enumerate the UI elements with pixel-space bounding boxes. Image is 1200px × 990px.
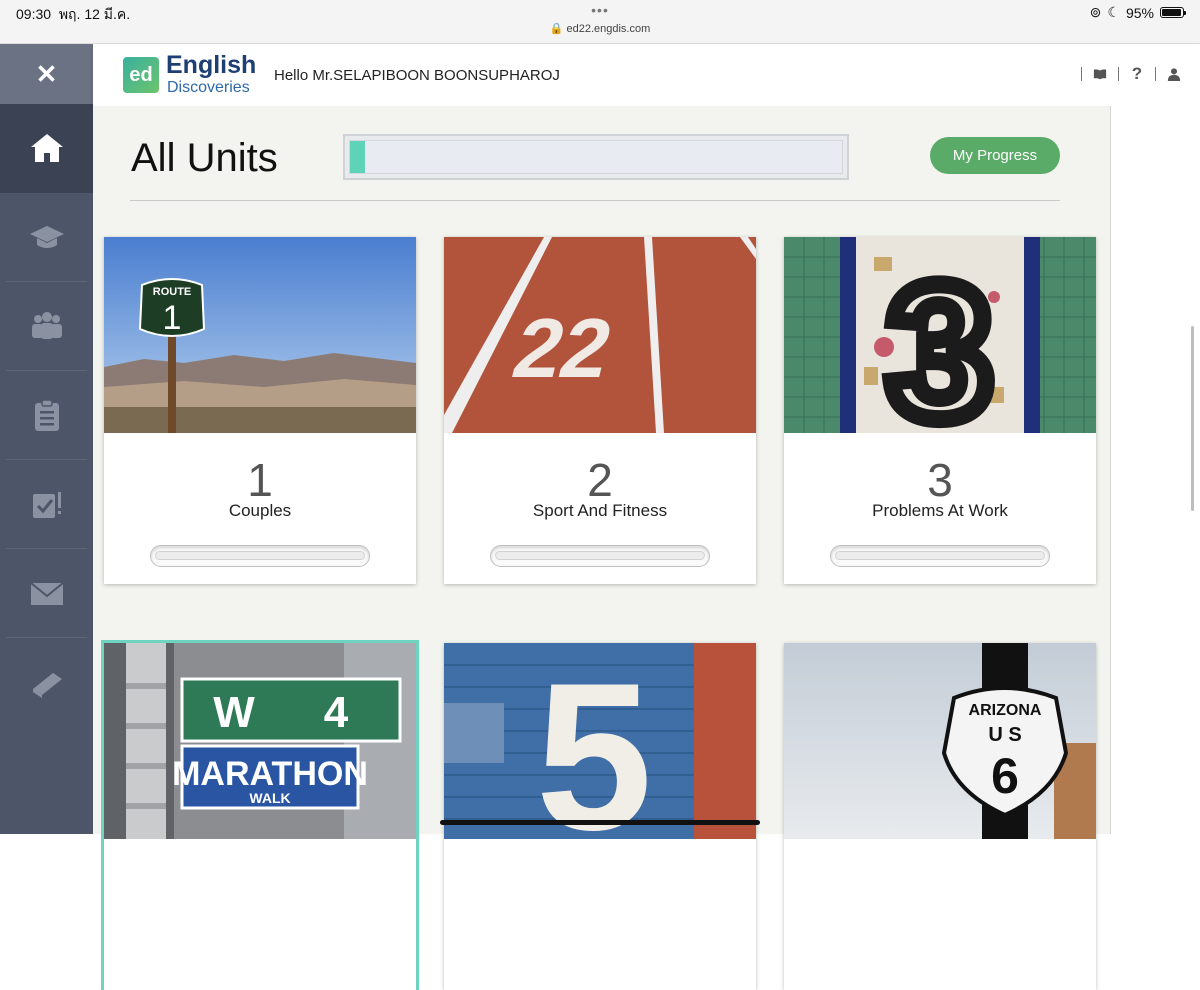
ios-status-bar: 09:30 พฤ. 12 มี.ค. ••• 🔒 ed22.engdis.com…	[0, 0, 1200, 44]
battery-icon	[1160, 7, 1186, 18]
unit-name: Sport And Fitness	[532, 501, 668, 520]
sidebar-item-tests[interactable]	[6, 371, 87, 460]
right-panel	[1111, 106, 1200, 834]
unit-progress-bar	[830, 545, 1050, 567]
divider	[1081, 67, 1082, 81]
route-sign-text: ROUTE	[153, 286, 192, 298]
clipboard-icon	[34, 399, 59, 431]
unit-card-5[interactable]: 5	[444, 643, 756, 990]
main-content: All Units My Progress ROUTE 1 1 Couples	[93, 106, 1111, 990]
envelope-icon	[29, 582, 64, 605]
walk-sign-text: WALK	[249, 790, 290, 806]
unit-card-3[interactable]: 3 3 Problems At Work	[784, 237, 1096, 584]
logo-text-english: English	[166, 51, 257, 79]
user-greeting: Hello Mr.SELAPIBOON BOONSUPHAROJ	[274, 67, 560, 84]
page-title: All Units	[131, 136, 278, 180]
arizona-sign-text: ARIZONA	[969, 702, 1042, 719]
street-sign-w: W	[213, 688, 255, 737]
group-icon	[31, 312, 62, 339]
route-sign-number: 1	[163, 299, 182, 337]
wifi-link-icon: ⊚	[1089, 4, 1102, 20]
home-icon	[30, 134, 63, 162]
moon-icon: ☾	[1107, 4, 1120, 20]
overall-progress-bar	[343, 134, 849, 180]
assignment-check-icon	[32, 492, 61, 518]
unit-image-painted-5: 5	[444, 643, 756, 839]
unit-number: 1	[247, 454, 273, 506]
sidebar: ✕	[0, 44, 93, 834]
graduation-cap-icon	[29, 226, 64, 248]
painted-number-five: 5	[536, 643, 653, 839]
status-indicators: ⊚ ☾ 95%	[1089, 4, 1186, 21]
dictionary-book-icon[interactable]	[1092, 66, 1108, 82]
unit-name: Couples	[228, 501, 292, 520]
divider	[1155, 67, 1156, 81]
my-progress-button[interactable]: My Progress	[930, 137, 1060, 174]
unit-name: Problems At Work	[872, 501, 1008, 520]
unit-number: 2	[587, 454, 613, 506]
unit-card-6[interactable]: ARIZONA U S 6	[784, 643, 1096, 990]
divider	[1118, 67, 1119, 81]
unit-card-2[interactable]: 22 2 Sport And Fitness	[444, 237, 756, 584]
sidebar-item-messages[interactable]	[6, 549, 87, 638]
unit-image-running-track: 22	[444, 237, 756, 433]
unit-progress-bar	[150, 545, 370, 567]
sidebar-item-community[interactable]	[6, 282, 87, 371]
overall-progress-fill	[350, 141, 365, 173]
battery-percent: 95%	[1125, 4, 1154, 21]
book-icon	[32, 672, 62, 698]
mosaic-number: 3	[887, 246, 993, 433]
url-text: ed22.engdis.com	[566, 23, 651, 35]
help-icon[interactable]: ?	[1129, 64, 1145, 83]
sidebar-item-home[interactable]	[0, 104, 93, 193]
logo-badge[interactable]: ed	[123, 57, 159, 93]
marathon-sign-text: MARATHON	[172, 755, 368, 793]
tab-options-icon[interactable]: •••	[0, 2, 1200, 18]
sidebar-item-courses[interactable]	[6, 193, 87, 282]
unit-card-1[interactable]: ROUTE 1 1 Couples	[104, 237, 416, 584]
unit-progress-bar	[490, 545, 710, 567]
street-sign-number: 4	[324, 688, 349, 737]
us-sign-number: 6	[991, 748, 1019, 804]
unit-image-route-1: ROUTE 1	[104, 237, 416, 433]
top-header: ed English Discoveries Hello Mr.SELAPIBO…	[93, 44, 1200, 106]
logo-text-discoveries: Discoveries	[167, 79, 250, 96]
header-tools: ?	[1081, 64, 1182, 83]
unit-image-w4-marathon: W 4 MARATHON WALK	[104, 643, 416, 839]
sidebar-item-dictionary[interactable]	[6, 638, 87, 727]
unit-number: 3	[927, 454, 953, 506]
unit-image-arizona-us-6: ARIZONA U S 6	[784, 643, 1096, 839]
scrollbar[interactable]	[1191, 326, 1194, 511]
home-indicator[interactable]	[440, 820, 760, 825]
user-profile-icon[interactable]	[1166, 66, 1182, 82]
divider	[130, 200, 1060, 201]
unit-image-mosaic-3: 3	[784, 237, 1096, 433]
address-bar[interactable]: 🔒 ed22.engdis.com	[0, 22, 1200, 35]
close-icon[interactable]: ✕	[0, 44, 93, 104]
unit-card-4[interactable]: W 4 MARATHON WALK	[101, 640, 419, 990]
us-sign-text: U S	[988, 724, 1021, 746]
sidebar-item-assignments[interactable]	[6, 460, 87, 549]
